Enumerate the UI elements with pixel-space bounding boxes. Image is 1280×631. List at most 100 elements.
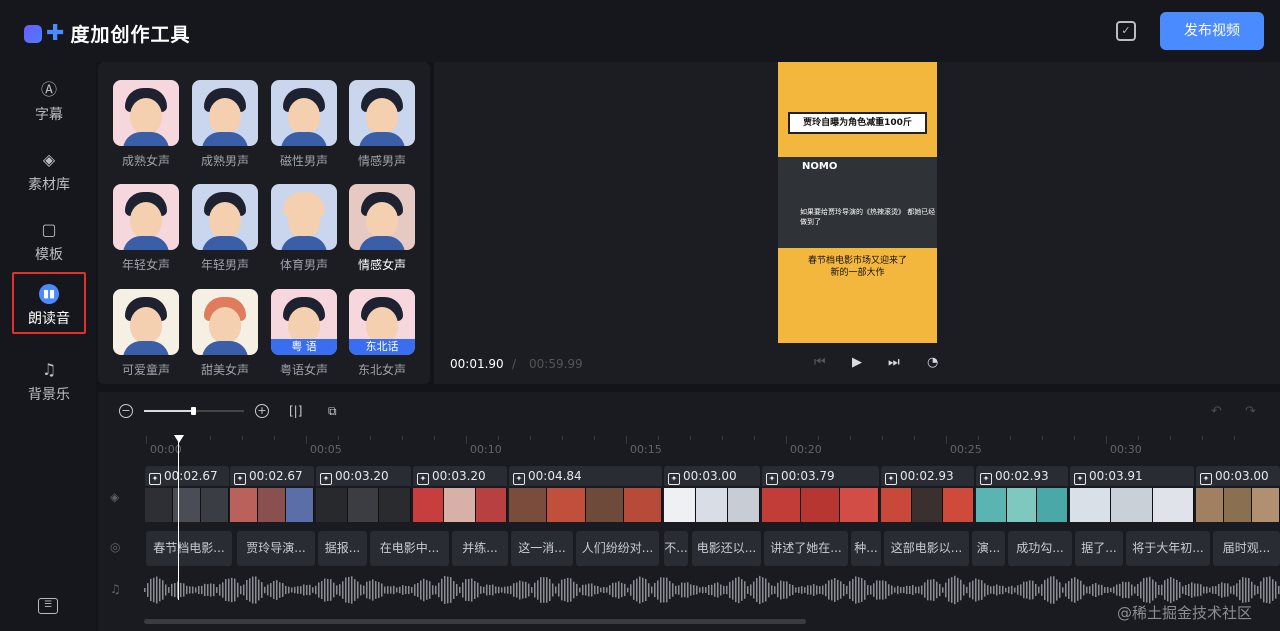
waveform-bar xyxy=(387,586,389,594)
subtitle-clip[interactable]: 据了... xyxy=(1075,531,1123,566)
waveform-bar xyxy=(903,586,905,594)
voice-option[interactable]: 东北话 东北女声 xyxy=(348,289,416,378)
clip-thumbnail xyxy=(1152,488,1194,522)
publish-button[interactable]: 发布视频 xyxy=(1160,12,1264,50)
waveform-bar xyxy=(708,585,710,595)
zoom-in-icon[interactable]: + xyxy=(255,404,269,418)
sidebar-item-3[interactable]: ▮▮ 朗读音 xyxy=(12,272,86,334)
voice-option[interactable]: 成熟女声 xyxy=(112,80,180,169)
undo-icon[interactable]: ↶ xyxy=(1211,404,1222,419)
clip-thumbnail xyxy=(585,488,624,522)
video-clip[interactable]: ✦ 00:03.91 xyxy=(1070,466,1194,522)
waveform-bar xyxy=(900,586,902,594)
subtitle-clip[interactable]: 届时观... xyxy=(1213,531,1280,566)
video-preview[interactable]: 贾玲自曝为角色减重100斤 NOMO 如果要给贾玲导演的《热辣滚烫》 都她已经做… xyxy=(778,62,937,343)
waveform-bar xyxy=(1170,576,1172,604)
subtitle-clip[interactable]: 贾玲导演... xyxy=(237,531,315,566)
voice-option[interactable]: 甜美女声 xyxy=(191,289,259,378)
subtitle-clip[interactable]: 电影还以... xyxy=(692,531,761,566)
subtitle-clip[interactable]: 成功勾... xyxy=(1008,531,1072,566)
voice-name: 粤语女声 xyxy=(279,363,328,377)
subtitle-clip[interactable]: 讲述了她在... xyxy=(764,531,848,566)
skip-forward-icon[interactable]: ⏭ xyxy=(888,355,900,370)
ruler-tick xyxy=(818,436,819,440)
subtitle-clip[interactable]: 春节档电影... xyxy=(146,531,232,566)
subtitle-clip[interactable]: 据报... xyxy=(318,531,367,566)
redo-icon[interactable]: ↷ xyxy=(1245,404,1256,419)
zoom-out-icon[interactable]: − xyxy=(119,404,133,418)
waveform-bar xyxy=(1143,578,1145,602)
waveform-bar xyxy=(1128,581,1130,599)
voice-avatar xyxy=(349,80,415,146)
waveform-bar xyxy=(171,583,173,597)
playhead-handle[interactable] xyxy=(174,435,184,443)
ruler-tick xyxy=(1010,436,1011,440)
video-clip[interactable]: ✦ 00:03.20 xyxy=(316,466,411,522)
waveform-bar xyxy=(1020,584,1022,596)
voice-option[interactable]: 年轻男声 xyxy=(191,184,259,273)
voice-option[interactable]: 成熟男声 xyxy=(191,80,259,169)
audio-waveform[interactable] xyxy=(144,574,1280,606)
subtitle-clip[interactable]: 将于大年初... xyxy=(1126,531,1210,566)
logo-mark-icon xyxy=(24,24,42,43)
waveform-bar xyxy=(978,579,980,601)
subtitle-clip[interactable]: 在电影中... xyxy=(370,531,449,566)
sidebar-item-1[interactable]: ◈ 素材库 xyxy=(12,140,86,202)
waveform-bar xyxy=(1173,578,1175,602)
timeline-scrollbar[interactable] xyxy=(144,619,806,624)
video-clip[interactable]: ✦ 00:03.79 xyxy=(762,466,879,522)
clip-thumbnail xyxy=(623,488,662,522)
play-icon[interactable]: ▶ xyxy=(852,355,862,370)
subtitle-clip[interactable]: 并练... xyxy=(452,531,508,566)
playhead[interactable] xyxy=(178,438,179,600)
subtitle-clip[interactable]: 演... xyxy=(972,531,1005,566)
split-icon[interactable]: [|] xyxy=(289,404,302,418)
voice-option[interactable]: 情感男声 xyxy=(348,80,416,169)
save-draft-icon[interactable]: ✓ xyxy=(1116,21,1136,41)
voice-option[interactable]: 情感女声 xyxy=(348,184,416,273)
sidebar-item-4[interactable]: ♫ 背景乐 xyxy=(12,350,86,412)
crop-icon[interactable]: ⧉ xyxy=(328,404,337,419)
subtitle-list-icon[interactable]: ☰ xyxy=(38,598,58,614)
subtitle-clip[interactable]: 不... xyxy=(664,531,688,566)
video-clip[interactable]: ✦ 00:03.00 xyxy=(1196,466,1280,522)
waveform-bar xyxy=(246,579,248,601)
video-clip[interactable]: ✦ 00:03.00 xyxy=(664,466,760,522)
waveform-bar xyxy=(879,580,881,600)
zoom-slider-knob[interactable] xyxy=(191,407,196,415)
video-clip[interactable]: ✦ 00:03.20 xyxy=(413,466,507,522)
waveform-bar xyxy=(885,581,887,599)
zoom-slider[interactable] xyxy=(144,407,244,415)
waveform-bar xyxy=(1074,577,1076,603)
waveform-bar xyxy=(780,580,782,600)
video-clip[interactable]: ✦ 00:02.93 xyxy=(976,466,1068,522)
voice-option[interactable]: 粤 语粤语女声 xyxy=(270,289,338,378)
waveform-bar xyxy=(576,583,578,597)
waveform-bar xyxy=(630,584,632,596)
skip-back-icon[interactable]: ⏮ xyxy=(814,355,826,370)
waveform-bar xyxy=(621,582,623,598)
voice-option[interactable]: 磁性男声 xyxy=(270,80,338,169)
sidebar-item-2[interactable]: ▢ 模板 xyxy=(12,210,86,272)
sidebar-item-0[interactable]: Ⓐ 字幕 xyxy=(12,70,86,132)
voice-option[interactable]: 体育男声 xyxy=(270,184,338,273)
clip-duration: 00:03.91 xyxy=(1089,469,1143,483)
waveform-bar xyxy=(1197,583,1199,597)
subtitle-clip[interactable]: 这一消... xyxy=(511,531,573,566)
waveform-bar xyxy=(681,582,683,598)
subtitle-clip[interactable]: 这部电影以... xyxy=(884,531,969,566)
ruler-label: 00:20 xyxy=(790,443,822,456)
subtitle-clip[interactable]: 种... xyxy=(851,531,881,566)
voice-option[interactable]: 可爱童声 xyxy=(112,289,180,378)
video-clip[interactable]: ✦ 00:02.67 xyxy=(230,466,314,522)
video-clip[interactable]: ✦ 00:02.67 xyxy=(145,466,229,522)
voice-option[interactable]: 年轻女声 xyxy=(112,184,180,273)
video-clip[interactable]: ✦ 00:04.84 xyxy=(509,466,662,522)
waveform-bar xyxy=(1230,586,1232,594)
video-clip[interactable]: ✦ 00:02.93 xyxy=(881,466,974,522)
waveform-bar xyxy=(564,578,566,602)
waveform-bar xyxy=(435,585,437,595)
subtitle-clip[interactable]: 人们纷纷对... xyxy=(576,531,659,566)
waveform-bar xyxy=(1005,587,1007,593)
speed-icon[interactable]: ◔ xyxy=(927,355,938,370)
